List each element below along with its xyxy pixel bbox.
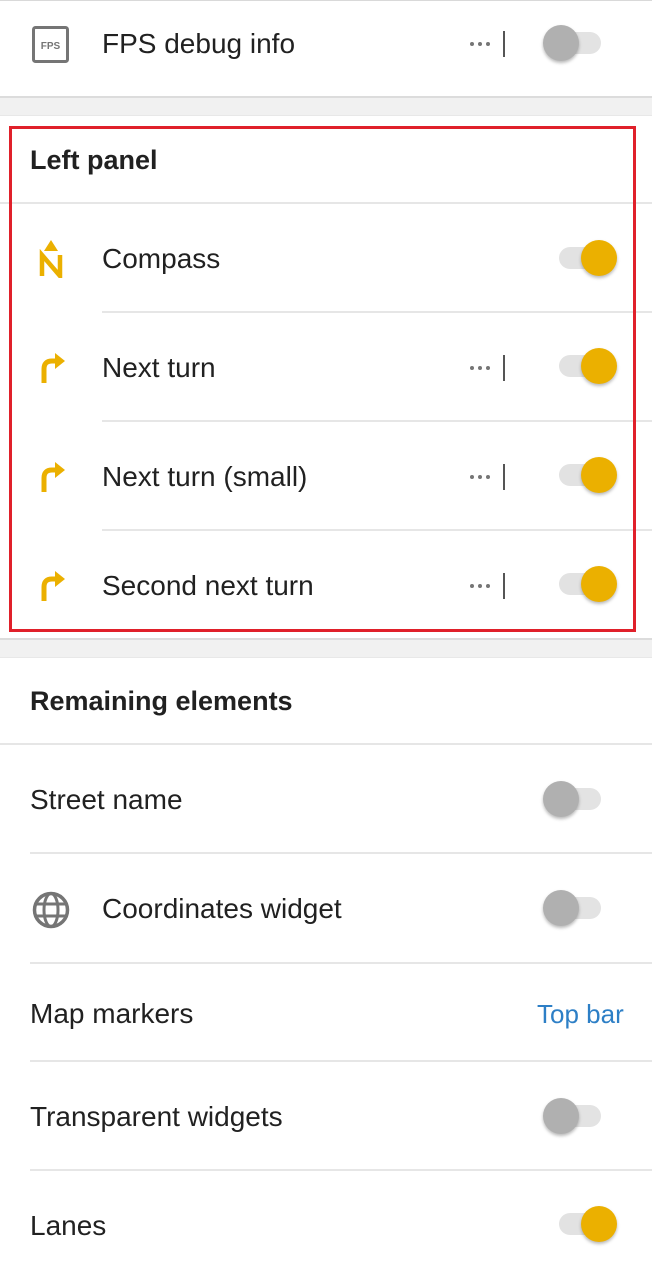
- svg-text:FPS: FPS: [41, 41, 61, 52]
- transparent-widgets-label: Transparent widgets: [30, 1101, 283, 1132]
- lanes-toggle[interactable]: [557, 1205, 617, 1245]
- map-markers-row[interactable]: Map markers Top bar: [0, 964, 652, 1061]
- coordinates-widget-label: Coordinates widget: [102, 893, 342, 924]
- globe-icon: [32, 891, 70, 929]
- street-name-row[interactable]: Street name: [0, 745, 652, 853]
- map-markers-value-link[interactable]: Top bar: [537, 999, 624, 1030]
- transparent-widgets-row[interactable]: Transparent widgets: [0, 1062, 652, 1170]
- divider: [503, 31, 505, 57]
- section-gap: [0, 638, 652, 658]
- lanes-row[interactable]: Lanes: [0, 1171, 652, 1280]
- coordinates-widget-row[interactable]: Coordinates widget: [0, 854, 652, 963]
- remaining-elements-title: Remaining elements: [30, 686, 293, 716]
- map-markers-label: Map markers: [30, 998, 194, 1029]
- left-panel-highlight-frame: [9, 126, 636, 632]
- fps-debug-info-row[interactable]: FPS FPS debug info: [0, 0, 652, 96]
- street-name-toggle[interactable]: [543, 780, 603, 820]
- more-options-icon[interactable]: [470, 41, 492, 47]
- coordinates-widget-toggle[interactable]: [543, 889, 603, 929]
- lanes-label: Lanes: [30, 1210, 107, 1241]
- fps-debug-info-label: FPS debug info: [102, 28, 296, 59]
- fps-icon: FPS: [32, 26, 69, 63]
- transparent-widgets-toggle[interactable]: [543, 1097, 603, 1137]
- section-gap: [0, 96, 652, 116]
- fps-debug-info-toggle[interactable]: [543, 24, 603, 64]
- street-name-label: Street name: [30, 784, 183, 815]
